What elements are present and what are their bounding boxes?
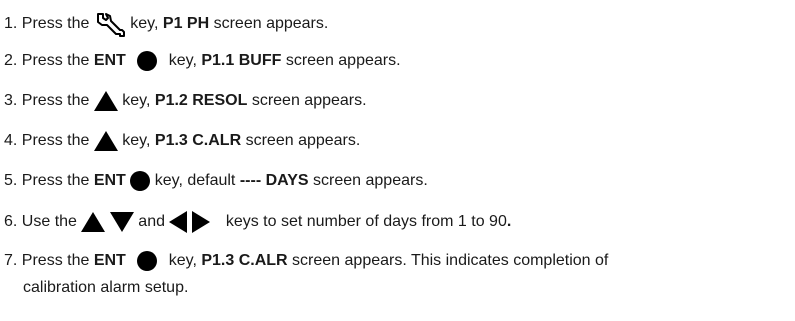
step-7-tail2: calibration alarm setup. — [23, 279, 189, 296]
down-arrow-icon — [109, 212, 134, 232]
step-3-screen: P1.2 RESOL — [154, 92, 248, 110]
step-2-tail: screen appears. — [285, 52, 401, 70]
step-2-mid: key, — [168, 52, 197, 70]
step-1-mid: key, — [130, 15, 159, 33]
step-1-tail: screen appears. — [213, 15, 329, 33]
step-1-text: 1. Press the — [4, 15, 90, 33]
step-7-continuation: calibration alarm setup. — [23, 278, 188, 298]
wrench-icon — [94, 11, 126, 37]
step-4-text: 4. Press the — [4, 132, 90, 150]
left-arrow-icon — [169, 211, 188, 233]
step-7-tail: screen appears. This indicates completio… — [292, 252, 609, 270]
step-3-mid: key, — [122, 92, 151, 110]
step-1: 1. Press the key, P1 PH screen appears. — [4, 11, 328, 37]
step-5-tail: screen appears. — [313, 172, 428, 190]
step-3-tail: screen appears. — [251, 92, 367, 110]
ent-circle-icon — [130, 171, 151, 191]
step-4: 4. Press the key, P1.3 C.ALR screen appe… — [4, 131, 360, 151]
step-5: 5. Press the ENT key, default ---- DAYS … — [4, 171, 428, 191]
step-6-text: 6. Use the — [4, 213, 77, 231]
ent-circle-icon — [137, 51, 158, 71]
step-6: 6. Use the and keys to set number of day… — [4, 211, 511, 233]
step-7-text: 7. Press the — [4, 252, 90, 270]
step-3: 3. Press the key, P1.2 RESOL screen appe… — [4, 91, 367, 111]
up-arrow-icon — [81, 212, 106, 232]
step-6-period: . — [506, 213, 512, 231]
up-arrow-icon — [93, 131, 118, 151]
up-arrow-icon — [93, 91, 118, 111]
step-5-key: ENT — [93, 172, 126, 190]
step-4-screen: P1.3 C.ALR — [154, 132, 242, 150]
step-5-mid: key, default — [154, 172, 236, 190]
step-2: 2. Press the ENT key, P1.1 BUFF screen a… — [4, 51, 401, 71]
step-2-key: ENT — [93, 52, 126, 70]
right-arrow-icon — [191, 211, 210, 233]
step-5-screen: ---- DAYS — [239, 172, 309, 190]
step-4-mid: key, — [122, 132, 151, 150]
ent-circle-icon — [137, 251, 158, 271]
step-3-text: 3. Press the — [4, 92, 90, 110]
step-1-screen: P1 PH — [162, 15, 210, 33]
step-7-mid: key, — [168, 252, 197, 270]
step-6-and: and — [138, 213, 165, 231]
step-5-text: 5. Press the — [4, 172, 90, 190]
step-7: 7. Press the ENT key, P1.3 C.ALR screen … — [4, 251, 608, 271]
step-4-tail: screen appears. — [245, 132, 361, 150]
step-7-screen: P1.3 C.ALR — [201, 252, 288, 270]
step-6-tail: keys to set number of days from 1 to 90 — [225, 213, 507, 231]
step-2-screen: P1.1 BUFF — [201, 52, 282, 70]
step-2-text: 2. Press the — [4, 52, 90, 70]
step-7-key: ENT — [93, 252, 126, 270]
